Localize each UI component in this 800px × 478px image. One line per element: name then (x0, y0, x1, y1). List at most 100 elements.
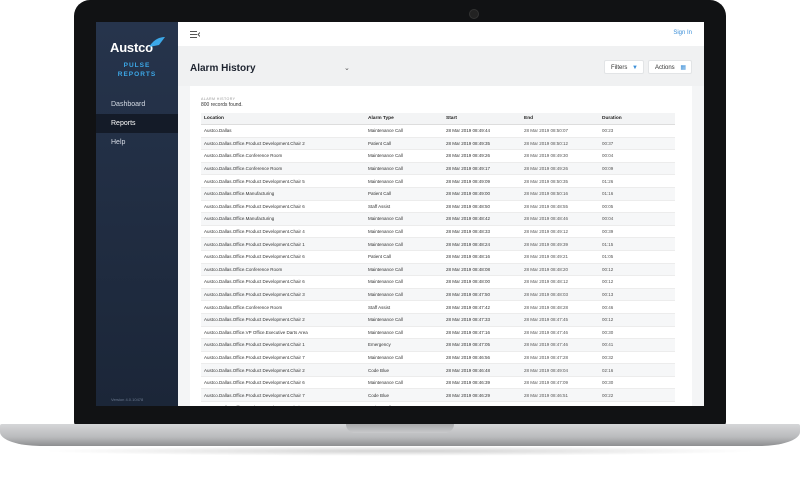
column-header-duration[interactable]: Duration (599, 113, 675, 125)
table-cell: Austco.Dallas.Office.Product Development… (201, 338, 365, 352)
table-cell: Austco.Dallas.Office.Product Development… (201, 313, 365, 327)
table-cell: 28 Mar 2019 08:48:46 (521, 212, 599, 226)
column-header-alarm-type[interactable]: Alarm Type (365, 113, 443, 125)
column-header-location[interactable]: Location (201, 113, 365, 125)
table-cell: Austco.Dallas (201, 124, 365, 138)
table-cell: Maintenance Call (365, 212, 443, 226)
table-row[interactable]: Austco.Dallas.Office.VP Office.Executive… (201, 326, 675, 340)
table-row[interactable]: Austco.Dallas.Office.Product Development… (201, 363, 675, 377)
table-cell: 28 Mar 2019 08:48:12 (521, 275, 599, 289)
table-cell: 28 Mar 2019 08:46:29 (443, 388, 521, 403)
table-row[interactable]: Austco.Dallas.Office.Conference Room Main… (201, 149, 675, 163)
menu-collapse-icon[interactable] (190, 31, 200, 38)
table-cell: 28 Mar 2019 08:46:56 (443, 351, 521, 365)
chevron-down-icon[interactable]: ⌄ (344, 64, 350, 72)
table-cell: 28 Mar 2019 08:48:03 (521, 288, 599, 302)
report-section-label: ALARM HISTORY (201, 97, 236, 101)
version-label: Version 4.0.10478 (111, 397, 144, 402)
table-cell: 28 Mar 2019 08:49:39 (521, 237, 599, 251)
table-cell: 28 Mar 2019 08:48:33 (443, 225, 521, 239)
sign-in-link[interactable]: Sign In (673, 30, 692, 36)
grid-icon: ▦ (680, 65, 686, 71)
table-row[interactable]: Austco.Dallas.Office.Product Development… (201, 174, 675, 188)
table-cell: 28 Mar 2019 08:48:20 (521, 263, 599, 277)
sidebar-item-help[interactable]: Help (96, 133, 178, 152)
table-cell: 28 Mar 2019 08:50:35 (521, 174, 599, 188)
table-cell: Austco.Dallas.Office.Product Development… (201, 363, 365, 377)
brand-subtitle-line1: PULSE (123, 62, 151, 69)
table-cell: Maintenance Call (365, 351, 443, 365)
table-row[interactable]: Austco.Dallas.Office.Product Development… (201, 313, 675, 327)
austco-logo: Austco (110, 40, 153, 55)
table-row[interactable]: Austco.Dallas.Office.Conference Room Staf… (201, 300, 675, 314)
table-cell: Austco.Dallas.Office.Product Development… (201, 388, 365, 403)
table-cell: 28 Mar 2019 08:49:26 (521, 162, 599, 176)
table-cell: Austco.Dallas.Office.Product Development… (201, 200, 365, 214)
column-header-end[interactable]: End (521, 113, 599, 125)
actions-button-label: Actions (655, 65, 675, 71)
table-row[interactable]: Austco.Dallas.Office.Product Development… (201, 237, 675, 251)
table-cell: 28 Mar 2019 08:48:00 (443, 275, 521, 289)
table-cell: 28 Mar 2019 08:48:16 (443, 250, 521, 264)
brand-subtitle: PULSE REPORTS (110, 62, 164, 79)
table-row[interactable]: Austco.Dallas.Office.Conference Room Main… (201, 162, 675, 176)
table-row[interactable]: Austco.Dallas.Office.Product Development… (201, 250, 675, 264)
sidebar-item-dashboard[interactable]: Dashboard (96, 95, 178, 114)
table-cell: 01:15 (599, 237, 675, 251)
table-row[interactable]: Austco.Dallas.Office.Manufacturing Patien… (201, 187, 675, 201)
table-cell: 01:16 (599, 187, 675, 201)
table-row[interactable]: Austco.Dallas.Office.Product Development… (201, 351, 675, 365)
table-header-row: Location Alarm Type Start End Duration (201, 113, 675, 125)
filters-button-label: Filters (611, 65, 628, 71)
column-header-start[interactable]: Start (443, 113, 521, 125)
table-cell: Maintenance Call (365, 275, 443, 289)
table-cell: 28 Mar 2019 08:47:45 (521, 313, 599, 327)
table-row[interactable]: Austco.Dallas.Office.Product Development… (201, 288, 675, 302)
table-row[interactable]: Austco.Dallas.Office.Product Development… (201, 376, 675, 390)
table-row[interactable]: Austco.Dallas.Office.Product Development… (201, 137, 675, 151)
table-cell: 28 Mar 2019 08:49:17 (443, 162, 521, 176)
table-cell: Austco.Dallas.Office.Conference Room (201, 162, 365, 176)
table-cell: Patient Call (365, 137, 443, 151)
table-cell: Austco.Dallas.Office.Conference Room (201, 263, 365, 277)
actions-button[interactable]: Actions ▦ (648, 60, 692, 74)
table-cell: 28 Mar 2019 08:49:35 (443, 137, 521, 151)
table-row[interactable]: Austco.Dallas.Office.Product Development… (201, 275, 675, 289)
table-row[interactable]: Austco.Dallas.Office.Manufacturing Mainte… (201, 212, 675, 226)
table-cell: Austco.Dallas.Office.Product Development… (201, 401, 365, 406)
table-cell: Austco.Dallas.Office.Manufacturing (201, 187, 365, 201)
table-cell: 28 Mar 2019 08:47:09 (521, 376, 599, 390)
table-cell: 28 Mar 2019 08:47:05 (443, 338, 521, 352)
table-cell: Austco.Dallas.Office.Manufacturing (201, 212, 365, 226)
table-cell: 00:23 (599, 124, 675, 138)
table-cell: Maintenance Call (365, 149, 443, 163)
table-cell: 28 Mar 2019 08:47:50 (443, 288, 521, 302)
alarm-history-table: Location Alarm Type Start End Duration A… (201, 113, 675, 406)
table-row[interactable]: Austco.Dallas.Office.Product Development… (201, 338, 675, 352)
table-cell: 00:04 (599, 212, 675, 226)
table-cell: Maintenance Call (365, 376, 443, 390)
table-cell: Austco.Dallas.Office.Product Development… (201, 137, 365, 151)
table-cell: Austco.Dallas.Office.Conference Room (201, 300, 365, 314)
report-card: ALARM HISTORY 800 records found. Locatio… (190, 86, 692, 406)
table-cell: Austco.Dallas.Office.Product Development… (201, 275, 365, 289)
table-row[interactable]: Austco.Dallas.Office.Product Development… (201, 225, 675, 239)
table-cell: Maintenance Call (365, 326, 443, 340)
table-cell: 28 Mar 2019 08:50:07 (521, 124, 599, 138)
table-cell: Austco.Dallas.Office.Product Development… (201, 376, 365, 390)
table-cell: 00:30 (599, 326, 675, 340)
table-row[interactable]: Austco.Dallas.Office.Conference Room Main… (201, 263, 675, 277)
table-cell: Maintenance Call (365, 225, 443, 239)
table-cell: 28 Mar 2019 08:47:33 (443, 313, 521, 327)
table-row[interactable]: Austco.Dallas.Office.Product Development… (201, 401, 675, 406)
table-cell: 28 Mar 2019 08:49:04 (521, 363, 599, 377)
table-row[interactable]: Austco.Dallas Maintenance Call 28 Mar 2019… (201, 124, 675, 138)
filters-button[interactable]: Filters ▼ (604, 60, 644, 74)
table-row[interactable]: Austco.Dallas.Office.Product Development… (201, 200, 675, 214)
table-cell: 28 Mar 2019 08:46:33 (521, 401, 599, 406)
table-cell: Maintenance Call (365, 288, 443, 302)
sidebar-item-reports[interactable]: Reports (96, 114, 178, 133)
table-row[interactable]: Austco.Dallas.Office.Product Development… (201, 388, 675, 403)
table-cell: Patient Call (365, 187, 443, 201)
table-cell: 00:41 (599, 338, 675, 352)
